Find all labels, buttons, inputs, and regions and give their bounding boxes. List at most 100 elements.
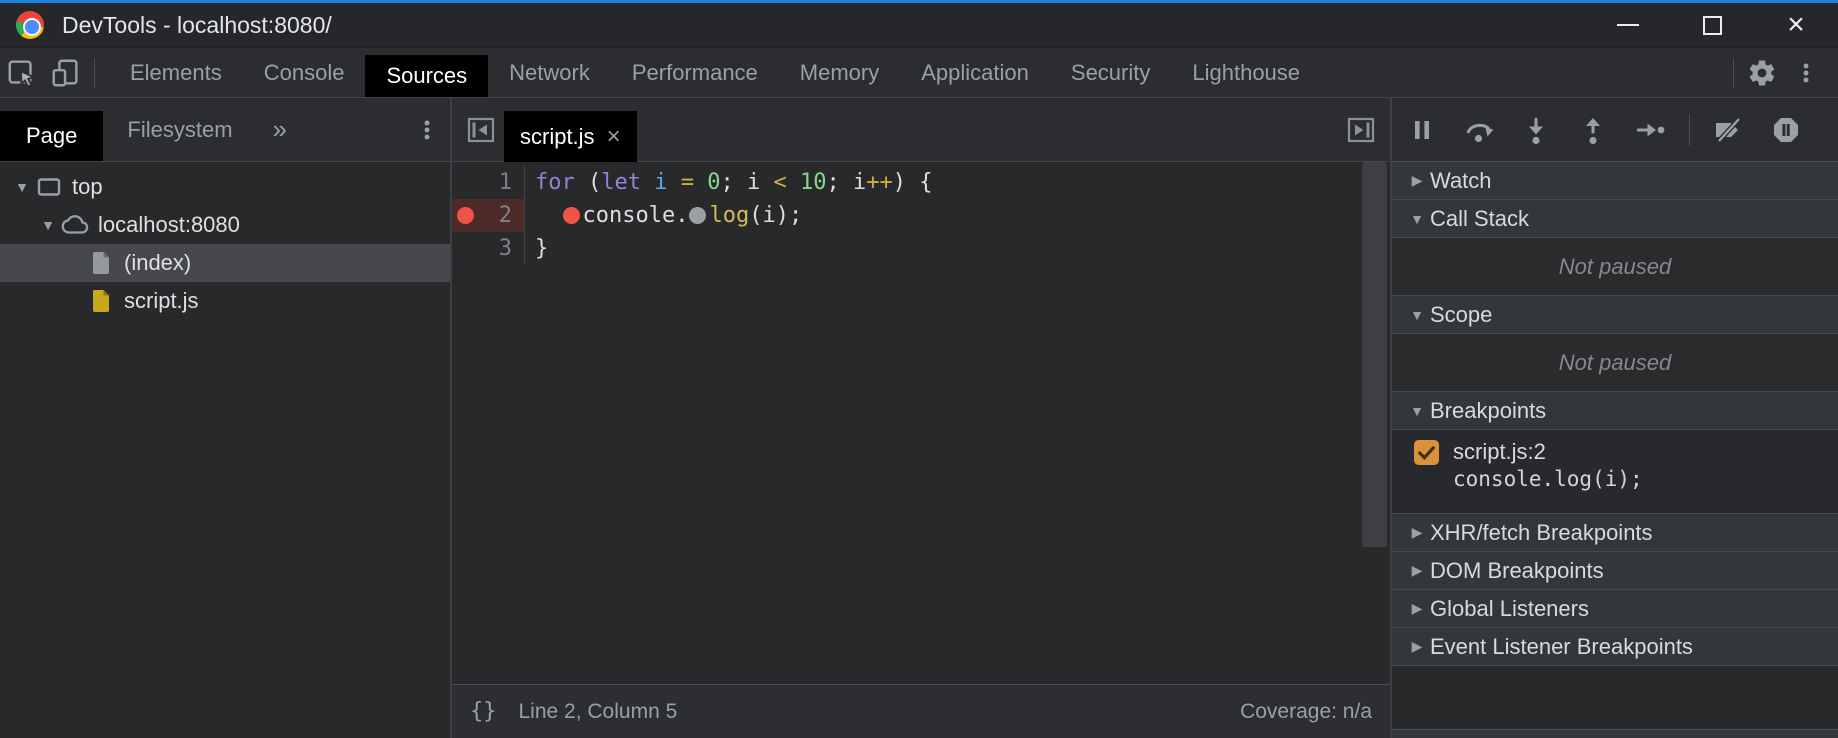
device-toolbar-icon [50,57,82,89]
step-out-button[interactable] [1575,112,1611,148]
debugger-sections: ▶Watch▼Call StackNot paused▼ScopeNot pau… [1392,162,1838,738]
triangle-right-icon: ▶ [1404,562,1430,579]
section-event-listener-breakpoints[interactable]: ▶Event Listener Breakpoints [1392,628,1838,666]
code-line-content[interactable]: } [525,232,548,265]
pause-script-button[interactable] [1404,112,1440,148]
tab-security[interactable]: Security [1050,48,1171,97]
close-icon: × [1787,10,1805,40]
navigator-tab-filesystem[interactable]: Filesystem [103,98,256,161]
step-into-button[interactable] [1518,112,1554,148]
navigator-tab-page[interactable]: Page [0,111,103,161]
line-number-1[interactable]: 1 [452,166,525,199]
triangle-right-icon: ▶ [1404,600,1430,617]
section-label: Breakpoints [1430,398,1546,424]
section-label: Watch [1430,168,1492,194]
partial-next-row [1392,729,1838,738]
editor-tabstrip: script.js × [452,98,1390,162]
file-icon [86,250,116,276]
debugger-toolbar-separator [1689,114,1690,146]
hide-navigator-icon [464,113,498,147]
inspect-icon [6,57,38,89]
tree-item-label: localhost:8080 [98,212,240,238]
step-over-icon [1462,113,1496,147]
tab-console[interactable]: Console [243,48,366,97]
tree-item-label: script.js [124,288,199,314]
section-call-stack[interactable]: ▼Call Stack [1392,200,1838,238]
section-global-listeners[interactable]: ▶Global Listeners [1392,590,1838,628]
inline-breakpoint-red-icon[interactable] [563,207,580,224]
section-dom-breakpoints[interactable]: ▶DOM Breakpoints [1392,552,1838,590]
code-editor[interactable]: 1for (let i = 0; i < 10; i++) {2 console… [452,162,1390,684]
inspect-element-button[interactable] [0,48,44,97]
code-line-1: 1for (let i = 0; i < 10; i++) { [452,166,1390,199]
triangle-right-icon: ▶ [1404,638,1430,655]
tree-item-label: (index) [124,250,191,276]
more-tabs-button[interactable]: » [273,98,287,161]
close-button[interactable]: × [1754,3,1838,47]
code-line-content[interactable]: for (let i = 0; i < 10; i++) { [525,166,932,199]
step-out-icon [1576,113,1610,147]
toolbar-separator [94,58,95,88]
expander-icon[interactable]: ▼ [36,217,60,233]
toolbar-separator [1733,58,1734,88]
more-vertical-icon [1791,58,1821,88]
tab-network[interactable]: Network [488,48,611,97]
toggle-navigator-button[interactable] [452,98,498,161]
section-xhr-fetch-breakpoints[interactable]: ▶XHR/fetch Breakpoints [1392,514,1838,552]
navigator-pane: PageFilesystem » ▼top▼localhost:8080(ind… [0,98,452,738]
tree-item-index[interactable]: (index) [0,244,450,282]
section-scope[interactable]: ▼Scope [1392,296,1838,334]
section-label: XHR/fetch Breakpoints [1430,520,1653,546]
tree-item-script-js[interactable]: script.js [0,282,450,320]
line-number-2[interactable]: 2 [452,199,525,232]
toggle-device-toolbar-button[interactable] [44,48,88,97]
breakpoint-entry-header: script.js:2 [1414,439,1824,465]
step-button[interactable] [1632,112,1668,148]
pause-on-exceptions-icon [1769,113,1803,147]
more-options-button[interactable] [1784,48,1828,97]
inline-breakpoint-gray-icon[interactable] [689,207,706,224]
editor-scrollbar[interactable] [1362,162,1387,547]
breakpoint-location: script.js:2 [1453,439,1546,465]
tab-application[interactable]: Application [900,48,1050,97]
maximize-button[interactable] [1670,3,1754,47]
expander-icon[interactable]: ▼ [10,179,34,195]
minimize-icon [1617,24,1639,26]
file-icon [86,288,116,314]
pretty-print-button[interactable]: {} [470,699,497,724]
section-label: DOM Breakpoints [1430,558,1604,584]
tree-item-localhost-8080[interactable]: ▼ localhost:8080 [0,206,450,244]
triangle-down-icon: ▼ [1404,211,1430,227]
settings-gear-icon [1747,58,1777,88]
file-tree: ▼top▼localhost:8080(index)script.js [0,162,450,738]
triangle-right-icon: ▶ [1404,524,1430,541]
breakpoint-entry[interactable]: script.js:2console.log(i); [1392,430,1838,514]
toggle-debugger-sidebar-button[interactable] [1344,98,1390,161]
breakpoint-marker[interactable] [457,207,474,224]
cloud-icon [60,211,90,239]
section-watch[interactable]: ▶Watch [1392,162,1838,200]
tab-lighthouse[interactable]: Lighthouse [1171,48,1321,97]
tab-sources[interactable]: Sources [365,55,488,97]
minimize-button[interactable] [1586,3,1670,47]
tab-performance[interactable]: Performance [611,48,779,97]
pause-on-exceptions-button[interactable] [1768,112,1804,148]
navigator-more-options-button[interactable] [412,98,450,161]
tab-elements[interactable]: Elements [109,48,243,97]
breakpoint-checkbox[interactable] [1414,440,1439,465]
debugger-sidebar: ▶Watch▼Call StackNot paused▼ScopeNot pau… [1390,98,1838,738]
tab-memory[interactable]: Memory [779,48,900,97]
close-tab-icon[interactable]: × [607,125,621,149]
tree-item-top[interactable]: ▼top [0,168,450,206]
section-scope-body: Not paused [1392,334,1838,392]
deactivate-breakpoints-button[interactable] [1711,112,1747,148]
code-line-3: 3} [452,232,1390,265]
section-label: Call Stack [1430,206,1529,232]
editor-tab-scriptjs[interactable]: script.js × [504,111,637,162]
code-line-content[interactable]: console.log(i); [525,199,802,232]
section-breakpoints[interactable]: ▼Breakpoints [1392,392,1838,430]
line-number-3[interactable]: 3 [452,232,525,265]
section-label: Global Listeners [1430,596,1589,622]
step-over-button[interactable] [1461,112,1497,148]
settings-button[interactable] [1740,48,1784,97]
